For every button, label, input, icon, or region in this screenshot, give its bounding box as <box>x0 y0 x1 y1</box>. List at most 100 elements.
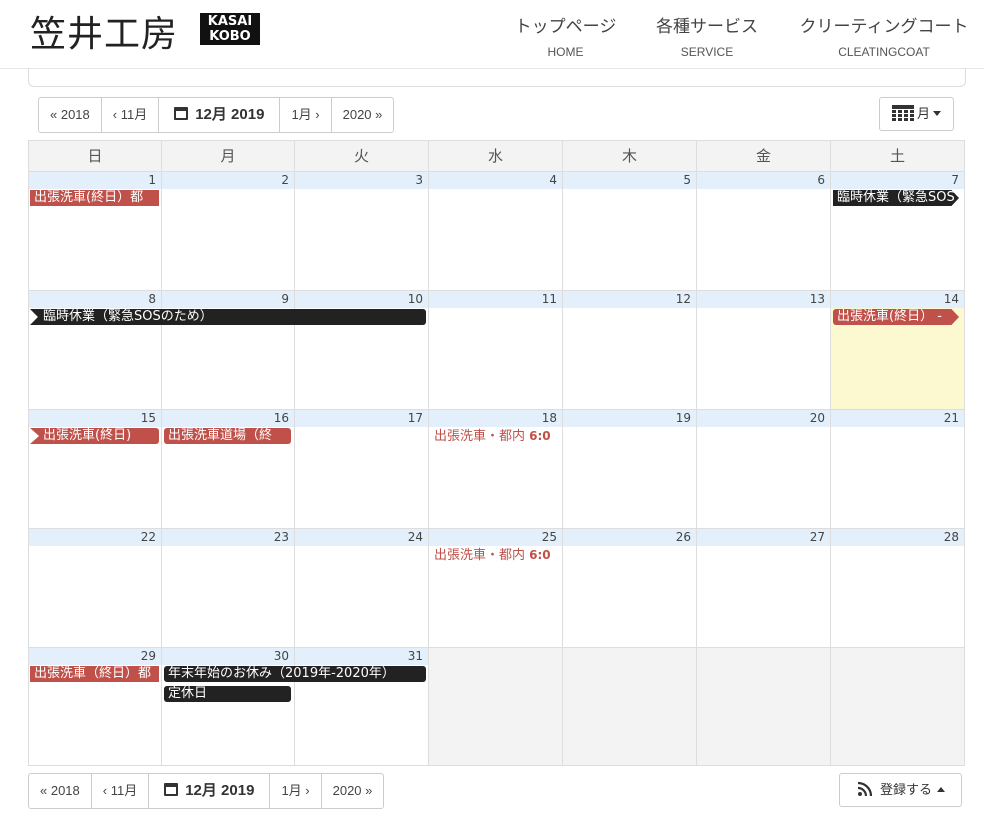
day-number[interactable]: 29 <box>29 648 161 665</box>
day-cell[interactable]: 16 <box>162 409 295 528</box>
day-number[interactable]: 5 <box>563 172 696 189</box>
caret-down-icon <box>933 111 942 116</box>
day-number[interactable]: 1 <box>29 172 161 189</box>
event-title: 出張洗車・都内 <box>434 429 526 444</box>
current-month-button[interactable]: 12月 2019 <box>148 774 269 808</box>
day-number[interactable]: 22 <box>29 529 161 546</box>
calendar-event[interactable]: 出張洗車（終日）都 <box>30 666 159 682</box>
day-cell[interactable]: 31 <box>295 647 429 765</box>
calendar-event[interactable]: 出張洗車(終日）都 <box>30 190 159 206</box>
day-number[interactable]: 19 <box>563 410 696 427</box>
day-cell[interactable]: 2 <box>162 171 295 290</box>
day-cell[interactable]: 11 <box>429 290 563 409</box>
calendar-event[interactable]: 臨時休業（緊急SOSのため） <box>30 309 426 325</box>
day-number[interactable]: 21 <box>831 410 964 427</box>
day-cell[interactable]: 28 <box>831 528 964 647</box>
day-number[interactable]: 10 <box>295 291 428 308</box>
nav-item-sublabel: CLEATINGCOAT <box>838 45 930 59</box>
day-number[interactable]: 9 <box>162 291 294 308</box>
day-number[interactable]: 17 <box>295 410 428 427</box>
day-number[interactable]: 30 <box>162 648 294 665</box>
day-number[interactable]: 2 <box>162 172 294 189</box>
calendar-event[interactable]: 臨時休業（緊急SOS <box>833 190 959 206</box>
day-cell[interactable]: 23 <box>162 528 295 647</box>
view-select-button[interactable]: 月 <box>879 97 955 131</box>
day-number[interactable]: 11 <box>429 291 562 308</box>
day-number[interactable]: 23 <box>162 529 294 546</box>
calendar-event[interactable]: 年末年始のお休み（2019年-2020年） <box>164 666 426 682</box>
day-number[interactable]: 20 <box>697 410 830 427</box>
day-cell[interactable]: 9 <box>162 290 295 409</box>
prev-year-button[interactable]: « 2018 <box>29 774 91 808</box>
day-number[interactable]: 14 <box>831 291 964 308</box>
day-cell[interactable]: 30 <box>162 647 295 765</box>
day-cell[interactable]: 21 <box>831 409 964 528</box>
day-number[interactable]: 31 <box>295 648 428 665</box>
day-number[interactable]: 4 <box>429 172 562 189</box>
calendar-event[interactable]: 出張洗車(終日) <box>30 428 159 444</box>
day-cell[interactable]: 27 <box>697 528 831 647</box>
day-number[interactable]: 13 <box>697 291 830 308</box>
day-number[interactable]: 26 <box>563 529 696 546</box>
day-number[interactable]: 28 <box>831 529 964 546</box>
logo-badge[interactable]: KASAI KOBO <box>200 13 260 45</box>
calendar-event[interactable]: 定休日 <box>164 686 291 702</box>
nav-item-service[interactable]: 各種サービス SERVICE <box>652 12 762 59</box>
next-year-button[interactable]: 2020 » <box>330 98 394 132</box>
nav-item-cleatingcoat[interactable]: クリーティングコート CLEATINGCOAT <box>796 12 972 59</box>
day-cell[interactable]: 12 <box>563 290 697 409</box>
day-cell[interactable]: 3 <box>295 171 429 290</box>
day-cell[interactable]: 25 <box>429 528 563 647</box>
day-cell-other-month <box>831 647 964 765</box>
day-cell[interactable]: 26 <box>563 528 697 647</box>
day-cell[interactable]: 24 <box>295 528 429 647</box>
day-cell-today[interactable]: 14 <box>831 290 964 409</box>
day-cell[interactable]: 20 <box>697 409 831 528</box>
day-cell[interactable]: 18 <box>429 409 563 528</box>
day-number[interactable]: 27 <box>697 529 830 546</box>
day-number[interactable]: 3 <box>295 172 428 189</box>
next-month-button[interactable]: 1月 › <box>269 774 320 808</box>
nav-item-sublabel: SERVICE <box>680 45 734 59</box>
day-cell[interactable]: 6 <box>697 171 831 290</box>
prev-month-button[interactable]: ‹ 11月 <box>100 98 158 132</box>
day-cell[interactable]: 22 <box>29 528 162 647</box>
day-cell-other-month <box>563 647 697 765</box>
day-number[interactable]: 12 <box>563 291 696 308</box>
next-year-button[interactable]: 2020 » <box>320 774 384 808</box>
day-number[interactable]: 15 <box>29 410 161 427</box>
day-cell[interactable]: 15 <box>29 409 162 528</box>
calendar-event[interactable]: 出張洗車道場（終 <box>164 428 291 444</box>
next-month-button[interactable]: 1月 › <box>279 98 330 132</box>
calendar-event[interactable]: 出張洗車・都内 6:0 <box>430 428 562 444</box>
prev-month-button[interactable]: ‹ 11月 <box>90 774 148 808</box>
subscribe-button[interactable]: 登録する <box>839 773 963 807</box>
weekday-header: 月 <box>162 141 295 171</box>
day-number[interactable]: 7 <box>831 172 964 189</box>
day-number[interactable]: 18 <box>429 410 562 427</box>
calendar-event[interactable]: 出張洗車・都内 6:0 <box>430 547 562 563</box>
day-number[interactable]: 24 <box>295 529 428 546</box>
day-cell[interactable]: 1 <box>29 171 162 290</box>
logo-text[interactable]: 笠井工房 <box>30 5 178 57</box>
day-cell[interactable]: 8 <box>29 290 162 409</box>
day-cell[interactable]: 29 <box>29 647 162 765</box>
prev-year-button[interactable]: « 2018 <box>39 98 101 132</box>
calendar-event[interactable]: 出張洗車(終日） - <box>833 309 959 325</box>
day-cell[interactable]: 10 <box>295 290 429 409</box>
day-number[interactable]: 25 <box>429 529 562 546</box>
event-time: 6:0 <box>529 548 551 562</box>
day-cell[interactable]: 19 <box>563 409 697 528</box>
day-number[interactable]: 16 <box>162 410 294 427</box>
nav-item-home[interactable]: トップページ HOME <box>513 12 618 59</box>
day-cell[interactable]: 7 <box>831 171 964 290</box>
day-cell[interactable]: 5 <box>563 171 697 290</box>
day-number[interactable]: 6 <box>697 172 830 189</box>
nav-item-sublabel: HOME <box>547 45 584 59</box>
day-number[interactable]: 8 <box>29 291 161 308</box>
current-month-button[interactable]: 12月 2019 <box>158 98 279 132</box>
day-cell[interactable]: 17 <box>295 409 429 528</box>
content-top-border <box>28 68 966 87</box>
day-cell[interactable]: 4 <box>429 171 563 290</box>
day-cell[interactable]: 13 <box>697 290 831 409</box>
